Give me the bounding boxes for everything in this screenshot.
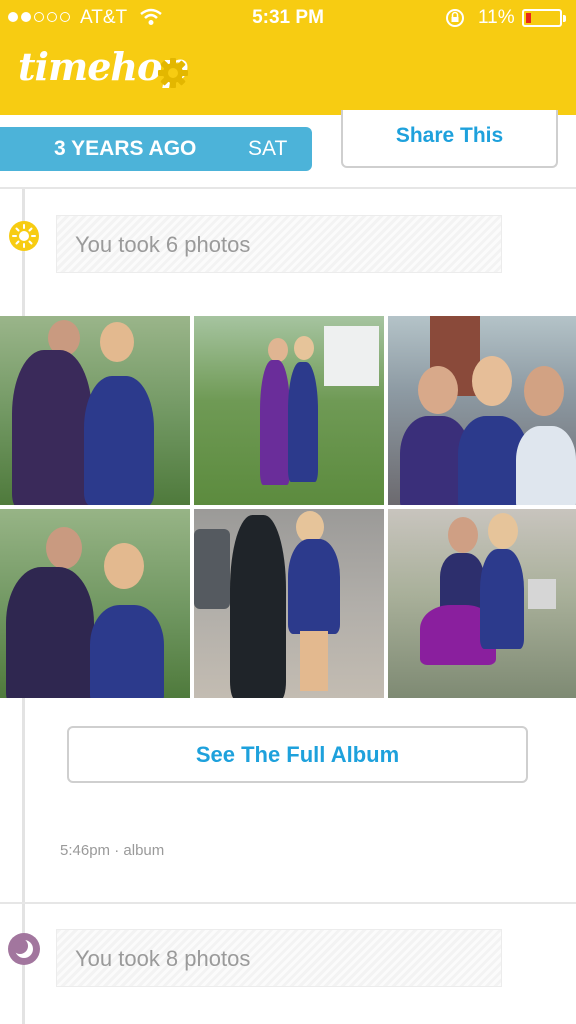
photo-count-label: You took 8 photos: [56, 929, 502, 987]
photo-6[interactable]: [388, 509, 576, 698]
day-label: SAT: [248, 137, 288, 160]
divider: [0, 187, 576, 189]
entry-time: 5:46pm: [60, 842, 111, 859]
battery-percent: 11%: [478, 7, 515, 28]
photo-4[interactable]: [0, 509, 190, 698]
entry-type: album: [123, 842, 165, 859]
meta-separator: ·: [110, 842, 124, 859]
gear-icon[interactable]: [156, 56, 190, 95]
timeline-line: [22, 189, 25, 316]
app-header: AT&T 5:31 PM 11% timehop: [0, 0, 576, 115]
sun-icon: [9, 221, 39, 251]
photo-5[interactable]: [194, 509, 384, 698]
battery-icon: [522, 9, 566, 27]
status-bar: AT&T 5:31 PM 11%: [0, 0, 576, 36]
rotation-lock-icon: [444, 8, 466, 34]
see-full-album-button[interactable]: See The Full Album: [67, 726, 528, 783]
moon-icon: [8, 933, 40, 965]
entry-meta: 5:46pm · album: [60, 842, 164, 859]
years-ago-label: 3 YEARS AGO: [54, 137, 197, 160]
photo-3[interactable]: [388, 316, 576, 505]
share-this-button[interactable]: Share This: [341, 110, 558, 168]
timeline-line: [22, 698, 25, 902]
photo-count-label: You took 6 photos: [56, 215, 502, 273]
divider: [0, 902, 576, 904]
date-tab: 3 YEARS AGO SAT: [0, 127, 312, 171]
photo-grid: [0, 316, 576, 698]
photo-2[interactable]: [194, 316, 384, 505]
photo-1[interactable]: [0, 316, 190, 505]
